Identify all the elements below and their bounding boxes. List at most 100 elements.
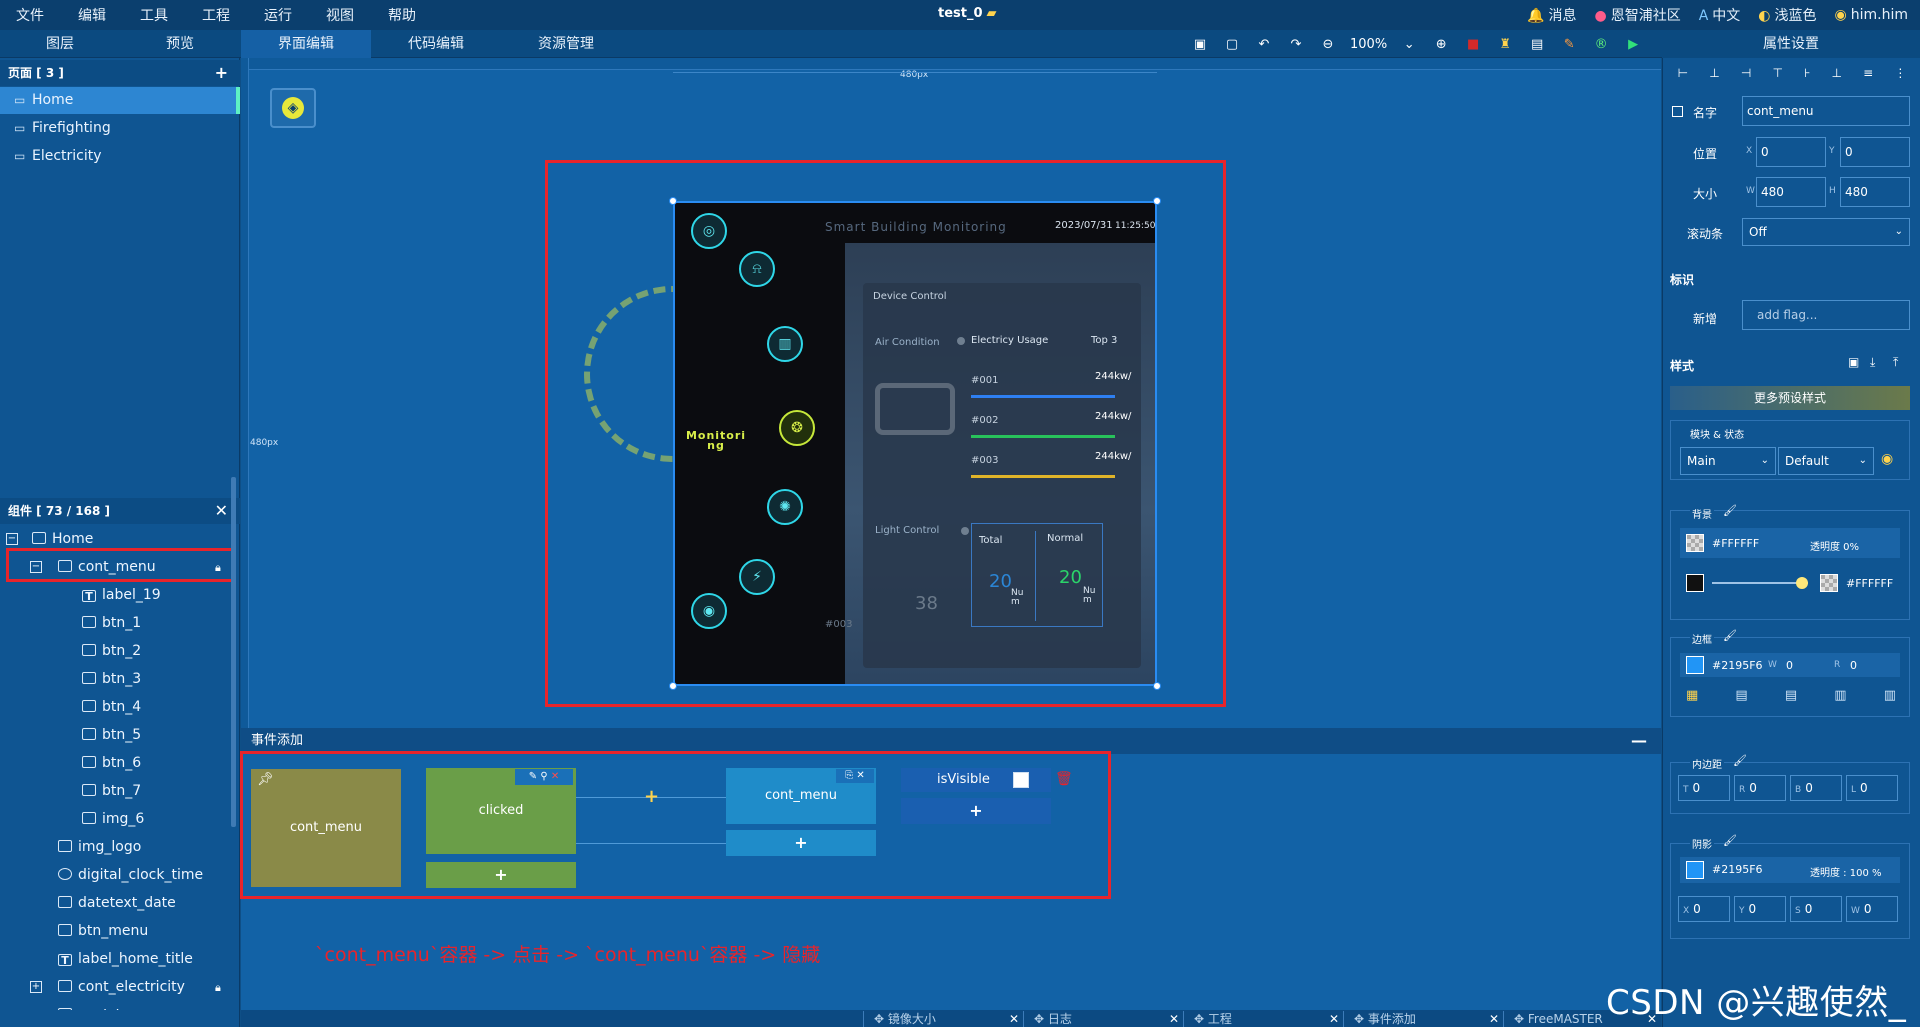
- tree-item-btn-6[interactable]: btn_6: [82, 749, 141, 777]
- shadow-x-input[interactable]: X0: [1678, 896, 1730, 922]
- logo-button[interactable]: ◈: [270, 88, 316, 128]
- bottom-tab-events[interactable]: ✥ 事件添加 ✕: [1343, 1011, 1503, 1027]
- import-style-icon[interactable]: ⤓: [1870, 355, 1875, 370]
- messages-link[interactable]: 🔔 消息: [1527, 5, 1576, 25]
- tree-item-btn-1[interactable]: btn_1: [82, 609, 141, 637]
- flag-input[interactable]: add flag...: [1742, 300, 1910, 330]
- gradient-end-swatch[interactable]: [1820, 574, 1838, 592]
- wand-icon[interactable]: ⚲: [540, 771, 547, 782]
- broom-icon[interactable]: ♜: [1495, 34, 1515, 54]
- padding-left-input[interactable]: L0: [1846, 775, 1898, 801]
- align-right-icon[interactable]: ⊣: [1741, 66, 1751, 86]
- resize-handle-bl[interactable]: [669, 682, 677, 690]
- resize-handle-tl[interactable]: [669, 197, 677, 205]
- tab-preview[interactable]: 预览: [120, 30, 240, 58]
- tab-ui-edit[interactable]: 界面编辑: [241, 30, 371, 58]
- close-icon[interactable]: ✕: [1329, 1011, 1339, 1027]
- delete-icon[interactable]: 🗑︎: [1055, 771, 1073, 787]
- position-x-input[interactable]: 0: [1756, 137, 1826, 167]
- resize-handle-br[interactable]: [1153, 682, 1161, 690]
- eye-icon[interactable]: ◉: [1881, 451, 1893, 467]
- page-item-electricity[interactable]: ▭ Electricity: [0, 143, 240, 170]
- bottom-tab-project[interactable]: ✥ 工程 ✕: [1183, 1011, 1343, 1027]
- tab-code-edit[interactable]: 代码编辑: [371, 30, 501, 58]
- menu-run[interactable]: 运行: [247, 5, 309, 25]
- shadow-spread-input[interactable]: S0: [1790, 896, 1842, 922]
- register-icon[interactable]: ®: [1591, 34, 1611, 54]
- close-icon[interactable]: ✕: [856, 770, 864, 781]
- menu-view[interactable]: 视图: [309, 5, 371, 25]
- border-bottom-icon[interactable]: ▤: [1785, 688, 1797, 706]
- border-radius-value[interactable]: 0: [1850, 659, 1857, 672]
- power-shield-icon[interactable]: ⚡︎: [739, 559, 775, 595]
- tree-item-btn-2[interactable]: btn_2: [82, 637, 141, 665]
- edit-icon[interactable]: ✎: [529, 771, 537, 782]
- brush-icon[interactable]: 🖌︎: [1733, 754, 1747, 767]
- lock-icon[interactable]: 🔒︎: [215, 981, 221, 995]
- align-bottom-icon[interactable]: ⊥: [1832, 66, 1842, 86]
- state-select[interactable]: Default ⌄: [1778, 447, 1874, 475]
- position-y-input[interactable]: 0: [1840, 137, 1910, 167]
- size-h-input[interactable]: 480: [1840, 177, 1910, 207]
- padding-top-input[interactable]: T0: [1678, 775, 1730, 801]
- light-control-toggle[interactable]: [961, 527, 969, 535]
- menu-help[interactable]: 帮助: [371, 5, 433, 25]
- tree-item-img-6[interactable]: img_6: [82, 805, 144, 833]
- align-hcenter-icon[interactable]: ⊥: [1709, 66, 1719, 86]
- gradient-slider-thumb[interactable]: [1796, 577, 1808, 589]
- tree-item-img-logo[interactable]: img_logo: [58, 833, 141, 861]
- tree-item-btn-menu[interactable]: btn_menu: [58, 917, 148, 945]
- save-style-icon[interactable]: ▣: [1848, 355, 1859, 369]
- zoom-out-icon[interactable]: ⊖: [1318, 34, 1338, 54]
- border-top-icon[interactable]: ▤: [1735, 688, 1747, 706]
- menu-file[interactable]: 文件: [0, 5, 61, 25]
- preset-styles-button[interactable]: 更多预设样式: [1670, 386, 1910, 410]
- hidden-checkbox[interactable]: [1672, 106, 1683, 117]
- air-condition-toggle[interactable]: [957, 337, 965, 345]
- code-icon[interactable]: ▤: [1527, 34, 1547, 54]
- menu-tools[interactable]: 工具: [123, 5, 185, 25]
- user-link[interactable]: ◉ him.him: [1835, 7, 1908, 23]
- tree-item-cont-temp[interactable]: cont_temp: [58, 1001, 152, 1010]
- part-select[interactable]: Main ⌄: [1680, 447, 1776, 475]
- add-page-button[interactable]: +: [215, 60, 228, 86]
- undo-icon[interactable]: ↶: [1254, 34, 1274, 54]
- send-back-icon[interactable]: ▢: [1222, 34, 1242, 54]
- tree-item-btn-7[interactable]: btn_7: [82, 777, 141, 805]
- name-input[interactable]: cont_menu: [1742, 96, 1910, 126]
- minimize-button[interactable]: —: [1631, 728, 1647, 754]
- collapse-icon[interactable]: ✕: [215, 498, 228, 524]
- padding-right-input[interactable]: R0: [1734, 775, 1786, 801]
- wireless-icon[interactable]: ◎: [691, 213, 727, 249]
- pin-icon[interactable]: 📌︎: [257, 772, 274, 787]
- close-icon[interactable]: ✕: [1169, 1011, 1179, 1027]
- tree-item-label-home-title[interactable]: Tlabel_home_title: [58, 945, 193, 973]
- close-icon[interactable]: ✕: [1009, 1011, 1019, 1027]
- alarm-icon[interactable]: ⍾: [739, 251, 775, 287]
- wrench-icon[interactable]: ✎: [1559, 34, 1579, 54]
- shadow-color-swatch[interactable]: [1686, 861, 1704, 879]
- bottom-tab-image-size[interactable]: ✥ 镜像大小 ✕: [863, 1011, 1023, 1027]
- bg-color-swatch[interactable]: [1686, 534, 1704, 552]
- add-action-icon[interactable]: +: [644, 786, 659, 807]
- shadow-width-input[interactable]: W0: [1846, 896, 1898, 922]
- theme-link[interactable]: ◐ 浅蓝色: [1758, 5, 1816, 25]
- tab-layers[interactable]: 图层: [0, 30, 120, 58]
- add-property-button[interactable]: +: [901, 798, 1051, 824]
- community-link[interactable]: ● 恩智浦社区: [1595, 5, 1681, 25]
- brush-icon[interactable]: 🖌︎: [1723, 629, 1737, 642]
- chevron-down-icon[interactable]: ⌄: [1399, 34, 1419, 54]
- copy-icon[interactable]: ⎘: [845, 770, 853, 781]
- close-icon[interactable]: ✕: [551, 771, 559, 782]
- border-left-icon[interactable]: ▥: [1834, 688, 1846, 706]
- tree-item-btn-3[interactable]: btn_3: [82, 665, 141, 693]
- redo-icon[interactable]: ↷: [1286, 34, 1306, 54]
- align-left-icon[interactable]: ⊢: [1678, 66, 1688, 86]
- align-top-icon[interactable]: ⊤: [1772, 66, 1782, 86]
- tree-item-cont-electricity[interactable]: cont_electricity: [58, 973, 185, 1001]
- distribute-h-icon[interactable]: ≡: [1863, 66, 1873, 86]
- border-right-icon[interactable]: ▥: [1884, 688, 1896, 706]
- tree-item-btn-4[interactable]: btn_4: [82, 693, 141, 721]
- thermostat-icon[interactable]: ❂: [779, 410, 815, 446]
- brush-icon[interactable]: 🖌︎: [1723, 504, 1737, 517]
